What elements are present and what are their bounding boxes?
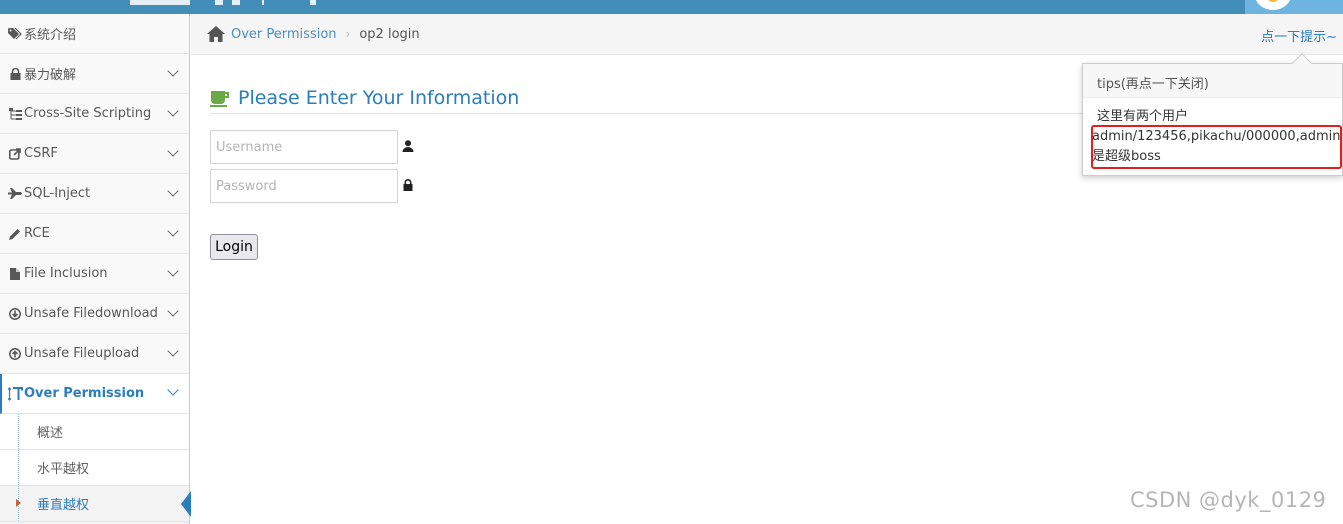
lock-icon [7,67,23,80]
chevron-down-icon [167,345,179,357]
user-icon [402,140,414,152]
home-icon[interactable] [207,26,225,42]
sidebar-item-unsafe-fileupload[interactable]: Unsafe Fileupload [0,334,189,374]
watermark: CSDN @dyk_0129 [1130,488,1327,512]
breadcrumb-current: op2 login [359,26,420,42]
sidebar-item-label: 暴力破解 [24,68,77,83]
tips-popover[interactable]: tips(再点一下关闭) 这里有两个用户 admin/123456,pikach… [1082,53,1343,176]
navbar-title-fragment [130,0,190,5]
sidebar-item-label: SQL-Inject [24,186,91,201]
username-input[interactable] [210,130,398,164]
navbar-fragment [232,0,240,5]
sidebar-item-label: CSRF [24,146,58,161]
highlight-box [1091,125,1342,169]
chevron-down-icon [167,305,179,317]
password-input[interactable] [210,169,398,203]
sidebar-subitem-label: 概述 [37,426,64,441]
chevron-down-icon [167,185,179,197]
share-icon [7,147,23,160]
sidebar-subitem-vertical[interactable]: 垂直越权 [0,486,191,522]
chevron-down-icon [167,105,179,117]
sidebar-item-label: Unsafe Fileupload [24,346,140,361]
sidebar-item-file-inclusion[interactable]: File Inclusion [0,254,189,294]
sidebar-item-label: File Inclusion [24,266,108,281]
navbar-fragment [262,0,264,5]
download-circle-icon [7,307,23,320]
navbar-fragment [310,0,316,5]
chevron-right-icon: › [345,27,351,41]
sidebar-subitem-label: 水平越权 [37,462,90,477]
sidebar-subitem-horizontal[interactable]: 水平越权 [0,450,189,486]
login-button[interactable]: Login [210,234,258,260]
sidebar-item-xss[interactable]: Cross-Site Scripting [0,94,189,134]
file-icon [7,267,23,280]
breadcrumb-link[interactable]: Over Permission [231,27,337,42]
chevron-down-icon [167,225,179,237]
text-height-icon [7,386,23,401]
coffee-icon [210,90,229,107]
breadcrumb: Over Permission › op2 login 点一下提示~ [191,14,1343,55]
navbar-fragment [215,0,223,5]
avatar [1255,0,1291,10]
sidebar-item-brute-force[interactable]: 暴力破解 [0,54,189,94]
top-navbar [0,0,1343,14]
sidebar-item-label: Unsafe Filedownload [24,306,158,321]
sidebar-item-over-permission[interactable]: Over Permission [0,374,189,414]
popover-title: tips(再点一下关闭) [1083,64,1342,98]
chevron-down-icon [167,384,179,396]
lock-icon [403,179,413,191]
sidebar-item-label: RCE [24,226,50,241]
sidebar-item-sqli[interactable]: SQL-Inject [0,174,189,214]
sidebar-subitem-overview[interactable]: 概述 [0,414,189,450]
upload-circle-icon [7,347,23,360]
chevron-down-icon [167,65,179,77]
sidebar-item-csrf[interactable]: CSRF [0,134,189,174]
sidebar-item-rce[interactable]: RCE [0,214,189,254]
sidebar-item-label: Over Permission [24,386,145,401]
sitemap-icon [7,107,23,120]
sidebar-item-intro[interactable]: 系统介绍 [0,14,189,54]
chevron-down-icon [167,265,179,277]
hint-toggle[interactable]: 点一下提示~ [1261,26,1337,45]
sidebar-item-label: Cross-Site Scripting [24,106,152,121]
caret-right-icon [16,499,21,507]
page-title: Please Enter Your Information [238,86,520,109]
chevron-down-icon [167,145,179,157]
pencil-icon [7,228,23,240]
sidebar-item-unsafe-filedownload[interactable]: Unsafe Filedownload [0,294,189,334]
sidebar-subitem-label: 垂直越权 [37,498,90,513]
user-menu[interactable] [1245,0,1343,14]
tips-line: 这里有两个用户 [1097,109,1189,124]
tags-icon [7,27,23,40]
sidebar-item-label: 系统介绍 [24,28,77,43]
sidebar: 系统介绍 暴力破解 Cross-Site Scripting CSRF SQL-… [0,14,191,524]
fighter-jet-icon [7,188,23,199]
